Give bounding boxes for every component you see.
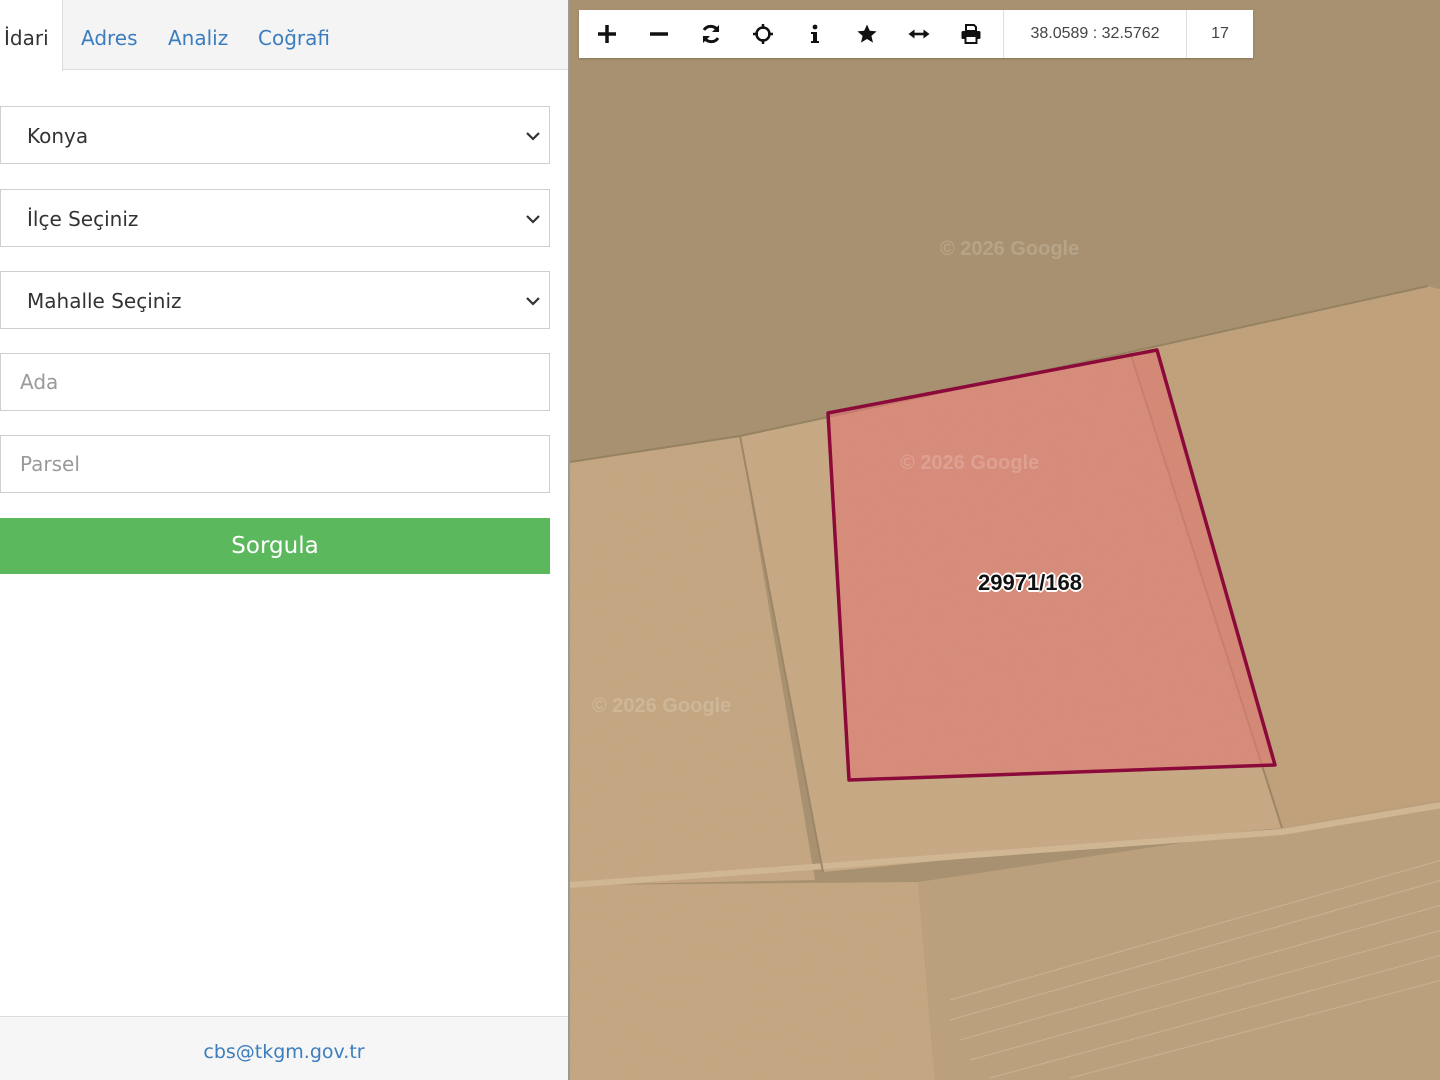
map-view[interactable]: © 2026 Google © 2026 Google © 2026 Googl… — [568, 0, 1440, 1080]
arrows-horizontal-icon — [908, 29, 930, 39]
province-select[interactable]: Konya — [0, 106, 550, 164]
map-watermark: © 2026 Google — [940, 238, 1080, 260]
favorite-button[interactable] — [841, 10, 893, 58]
ada-input[interactable] — [1, 354, 549, 410]
query-panel: İdari Adres Analiz Coğrafi Konya İlçe Se… — [0, 0, 568, 1080]
tab-bar: İdari Adres Analiz Coğrafi — [0, 0, 568, 71]
measure-button[interactable] — [893, 10, 945, 58]
neighborhood-select-value: Mahalle Seçiniz — [27, 289, 182, 313]
tab-cografi[interactable]: Coğrafi — [258, 0, 330, 70]
zoom-level-readout: 17 — [1211, 25, 1229, 42]
info-button[interactable] — [789, 10, 841, 58]
province-select-value: Konya — [27, 124, 89, 148]
zoom-in-button[interactable] — [581, 10, 633, 58]
info-icon — [811, 24, 819, 43]
zoom-in-icon — [598, 25, 616, 43]
star-icon — [857, 24, 877, 43]
print-icon — [961, 24, 981, 44]
parsel-input[interactable] — [1, 436, 549, 492]
footer: cbs@tkgm.gov.tr — [0, 1016, 568, 1080]
refresh-icon — [702, 24, 720, 44]
chevron-down-icon — [526, 297, 540, 306]
map-watermark: © 2026 Google — [900, 452, 1040, 474]
parsel-field-wrapper — [0, 435, 550, 493]
chevron-down-icon — [526, 215, 540, 224]
locate-button[interactable] — [737, 10, 789, 58]
satellite-imagery — [570, 0, 1440, 1080]
parcel-label[interactable]: 29971/168 — [945, 570, 1115, 596]
ada-field-wrapper — [0, 353, 550, 411]
contact-email-link[interactable]: cbs@tkgm.gov.tr — [203, 1041, 364, 1063]
query-button[interactable]: Sorgula — [0, 518, 550, 574]
map-watermark: © 2026 Google — [592, 695, 732, 717]
zoom-out-button[interactable] — [633, 10, 685, 58]
district-select[interactable]: İlçe Seçiniz — [0, 189, 550, 247]
print-button[interactable] — [945, 10, 997, 58]
district-select-value: İlçe Seçiniz — [27, 207, 139, 231]
chevron-down-icon — [526, 132, 540, 141]
zoom-out-icon — [650, 32, 668, 36]
neighborhood-select[interactable]: Mahalle Seçiniz — [0, 271, 550, 329]
tab-adres[interactable]: Adres — [81, 0, 138, 70]
tab-analiz[interactable]: Analiz — [168, 0, 228, 70]
refresh-button[interactable] — [685, 10, 737, 58]
tab-idari[interactable]: İdari — [0, 0, 63, 71]
map-toolbar: 38.0589 : 32.5762 17 — [579, 10, 1253, 58]
coordinate-readout: 38.0589 : 32.5762 — [1003, 10, 1187, 58]
locate-icon — [753, 24, 773, 44]
